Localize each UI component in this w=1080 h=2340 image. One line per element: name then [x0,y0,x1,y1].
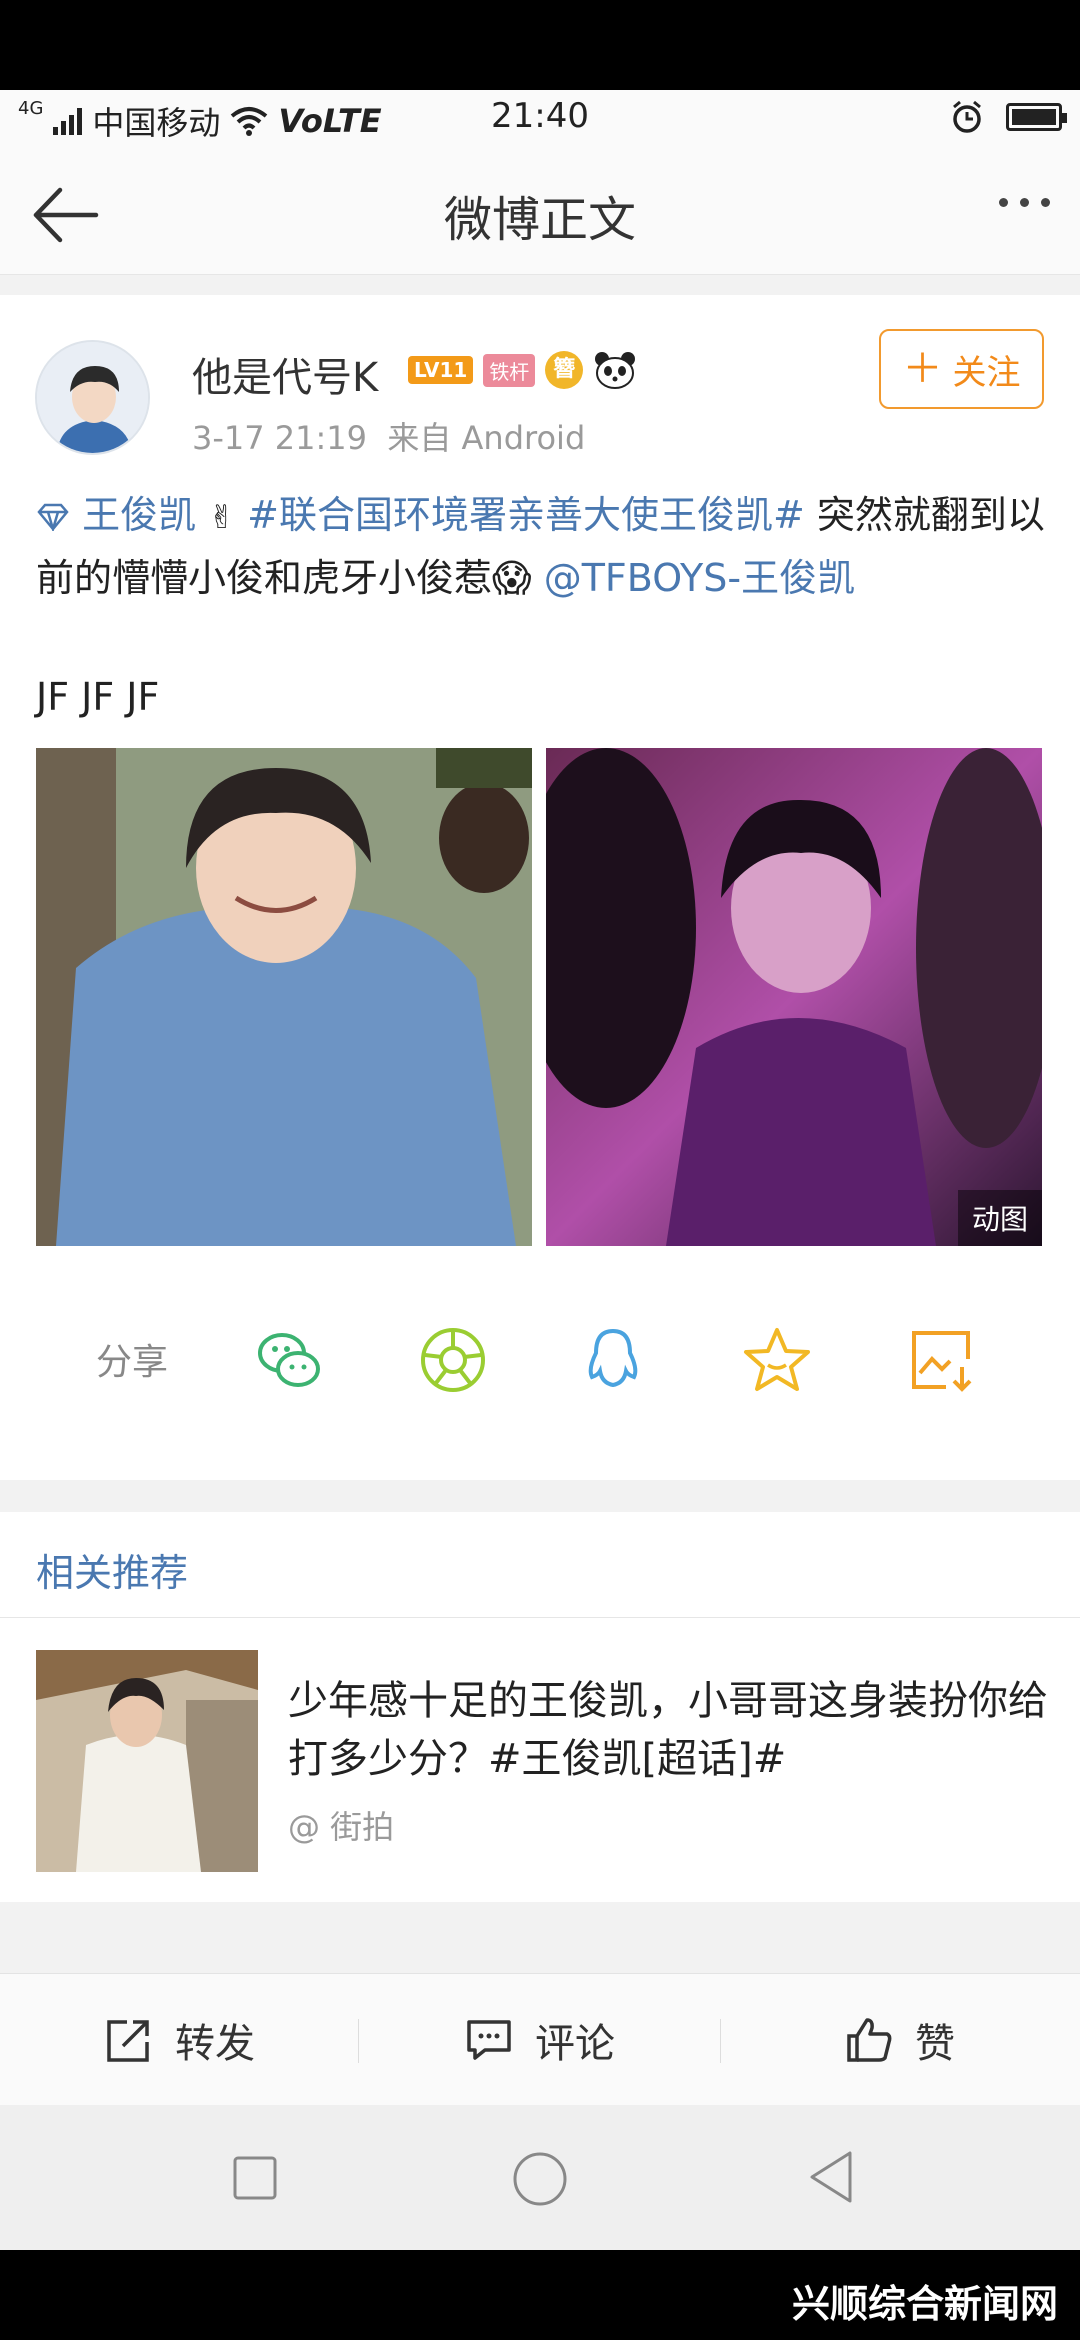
tag-link-1[interactable]: 王俊凯 [82,493,196,537]
status-bar: 4G 中国移动 VoLTE 21:40 [0,90,1080,150]
circle-badge: 簪 [545,351,584,389]
moments-icon[interactable] [418,1325,488,1395]
action-bar: 转发 评论 赞 [0,1973,1080,2105]
separator [358,2019,359,2063]
repost-button[interactable]: 转发 [0,1974,360,2106]
iron-fan-badge: 铁杆 [483,353,536,387]
home-icon[interactable] [512,2151,568,2207]
like-label: 赞 [915,2021,955,2067]
panda-icon [595,352,636,389]
qq-icon[interactable] [578,1325,648,1395]
emoji-icon: 😱 [492,556,532,600]
post-text: 王俊凯 ✌ #联合国环境署亲善大使王俊凯# 突然就翻到以前的懵懵小俊和虎牙小俊惹… [36,485,1046,609]
nav-header: 微博正文 [0,150,1080,275]
related-title: 相关推荐 [36,1551,189,1595]
system-nav-bar [0,2105,1080,2250]
related-thumbnail[interactable] [36,1650,258,1872]
watermark: 兴顺综合新闻网 [791,2282,1058,2326]
follow-label: 关注 [952,352,1021,393]
user-badges: LV11 铁杆 簪 [408,350,637,390]
repost-icon [107,2020,149,2062]
alarm-icon [953,100,981,133]
divider [0,1617,1080,1618]
like-button[interactable]: 赞 [720,1974,1080,2106]
post-photo-1[interactable] [36,748,532,1246]
gif-label: 动图 [957,1190,1042,1246]
status-right [950,100,1067,134]
bottom-black-band: 兴顺综合新闻网 [0,2250,1080,2340]
fire-hand-icon: ✌ [208,498,236,536]
recent-apps-icon[interactable] [232,2155,278,2201]
comment-button[interactable]: 评论 [360,1974,720,2106]
wechat-icon[interactable] [254,1325,324,1395]
repost-label: 转发 [175,2021,255,2067]
comment-label: 评论 [535,2021,615,2067]
post-card: 他是代号K LV11 铁杆 簪 3-17 21:19 来自 Android ＋ … [0,295,1080,1480]
related-item-text[interactable]: 少年感十足的王俊凯，小哥哥这身装扮你给打多少分？#王俊凯[超话]# [288,1672,1048,1788]
level-badge: LV11 [408,356,474,384]
share-row: 分享 [0,1295,1080,1415]
post-meta: 3-17 21:19 来自 Android [192,419,586,457]
plus-icon: ＋ [902,346,943,392]
save-image-icon[interactable] [906,1325,976,1395]
back-nav-icon[interactable] [806,2149,856,2205]
diamond-icon [36,493,82,537]
related-section: 相关推荐 少年感十足的王俊凯，小哥哥这身装扮你给打多少分？#王俊凯[超话]# @… [0,1512,1080,1902]
battery-icon [1006,103,1067,131]
username[interactable]: 他是代号K [192,345,378,403]
thumbs-up-icon [847,2018,892,2062]
mention-link[interactable]: @TFBOYS-王俊凯 [532,556,855,600]
post-text-jf: JF JF JF [36,675,160,719]
clock: 21:40 [491,96,589,136]
share-label: 分享 [96,1342,169,1383]
follow-button[interactable]: ＋ 关注 [879,329,1044,409]
favorite-star-icon[interactable] [742,1325,812,1395]
page-title: 微博正文 [443,192,636,248]
top-black-band [0,0,1080,90]
avatar[interactable] [35,340,150,455]
comment-icon [467,2020,511,2060]
related-item-source: @ 街拍 [288,1808,395,1846]
topic-link[interactable]: #联合国环境署亲善大使王俊凯# [247,493,805,537]
more-options-icon[interactable] [999,198,1050,207]
post-photo-2-gif[interactable]: 动图 [546,748,1042,1246]
